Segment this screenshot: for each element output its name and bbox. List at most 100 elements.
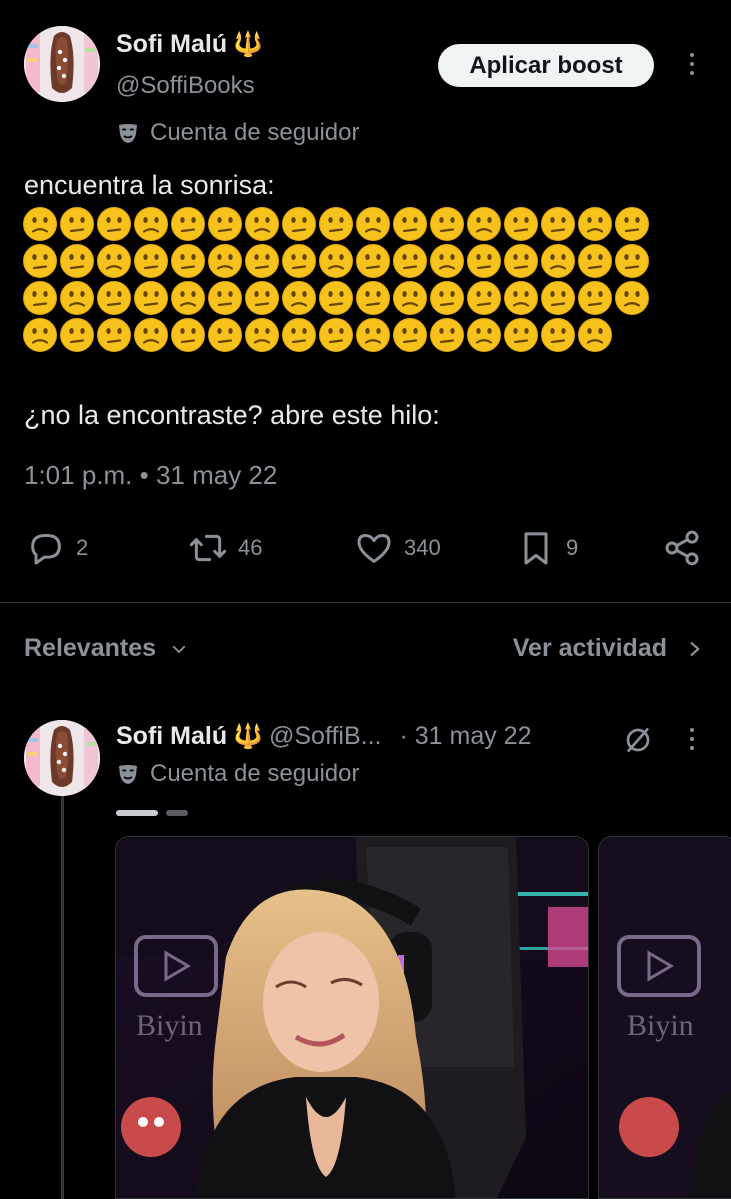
frowning-face-emoji [615,281,649,315]
reply-header: Sofi Malú 🔱 @SoffiB... · 31 may 22 [116,722,531,751]
heart-icon [357,534,391,563]
frowning-face-emoji [578,207,612,241]
author-avatar[interactable] [24,26,100,102]
frowning-face-emoji [282,207,316,241]
author-name[interactable]: Sofi Malú [116,30,227,59]
frowning-face-emoji [467,244,501,278]
frowning-face-emoji [430,207,464,241]
emoji-row [22,280,702,317]
frowning-face-emoji [23,281,57,315]
frowning-face-emoji [208,318,242,352]
theater-mask-icon [119,765,137,784]
author-name-row[interactable]: Sofi Malú 🔱 [116,30,263,59]
frowning-face-emoji [23,207,57,241]
view-activity-link[interactable]: Ver actividad [513,634,703,663]
reply-follower-account-label: Cuenta de seguidor [116,760,359,788]
frowning-face-emoji [504,318,538,352]
frowning-face-emoji [23,318,57,352]
repost-count: 46 [238,535,263,560]
frowning-face-emoji [430,318,464,352]
view-activity-label: Ver actividad [512,634,667,662]
bookmark-count: 9 [566,535,579,560]
frowning-face-emoji [319,207,353,241]
tweet-text-line1: encuentra la sonrisa: [24,170,275,200]
emoji-grid [22,206,702,354]
reply-author-name[interactable]: Sofi Malú [116,722,227,751]
repost-button[interactable]: 46 [188,528,262,568]
frowning-face-emoji [245,281,279,315]
share-icon [665,530,699,566]
frowning-face-emoji [282,281,316,315]
frowning-face-emoji [393,281,427,315]
bookmark-button[interactable]: 9 [516,528,578,568]
emoji-row [22,206,702,243]
reply-more-options-icon[interactable] [682,728,702,750]
thread-connector-line [61,796,64,1199]
chevron-down-icon [172,645,186,653]
frowning-face-emoji [23,244,57,278]
speech-bubble-icon [31,534,61,565]
theater-mask-icon [119,124,137,143]
frowning-face-emoji [60,207,94,241]
author-handle[interactable]: @SoffiBooks [116,72,255,100]
frowning-face-emoji [578,318,612,352]
carousel-indicator [116,810,188,816]
frowning-face-emoji [245,207,279,241]
frowning-face-emoji [356,318,390,352]
frowning-face-emoji [245,244,279,278]
neon-sign-text-2: Biyin [627,1009,694,1042]
slashed-circle-icon[interactable] [622,724,654,756]
frowning-face-emoji [393,244,427,278]
frowning-face-emoji [208,244,242,278]
apply-boost-button[interactable]: Aplicar boost [438,44,654,87]
frowning-face-emoji [319,281,353,315]
frowning-face-emoji [393,318,427,352]
neon-sign-text: Biyin [136,1009,203,1042]
frowning-face-emoji [504,244,538,278]
frowning-face-emoji [97,281,131,315]
frowning-face-emoji [541,281,575,315]
frowning-face-emoji [467,318,501,352]
trident-emoji: 🔱 [233,30,263,58]
frowning-face-emoji [60,318,94,352]
emoji-row [22,317,702,354]
frowning-face-emoji [356,207,390,241]
reply-author-avatar[interactable] [24,720,100,796]
reply-button[interactable]: 2 [26,528,88,568]
follower-account-text: Cuenta de seguidor [150,119,360,146]
reply-author-handle[interactable]: @SoffiB... [269,722,381,751]
bookmark-icon [524,532,548,565]
frowning-face-emoji [134,281,168,315]
frowning-face-emoji [282,244,316,278]
frowning-face-emoji [541,244,575,278]
sort-dropdown[interactable]: Relevantes [24,634,188,663]
sort-label: Relevantes [24,634,157,662]
like-button[interactable]: 340 [354,528,441,568]
main-post: Sofi Malú 🔱 @SoffiBooks Aplicar boost Cu… [0,0,731,602]
reply-date[interactable]: · 31 may 22 [399,722,531,751]
trident-emoji: 🔱 [233,722,263,750]
carousel-dot-active [116,810,158,816]
frowning-face-emoji [319,244,353,278]
frowning-face-emoji [171,244,205,278]
share-button[interactable] [662,528,702,568]
frowning-face-emoji [504,207,538,241]
frowning-face-emoji [60,244,94,278]
frowning-face-emoji [171,318,205,352]
frowning-face-emoji [97,318,131,352]
reply-media-image-2[interactable]: Biyin [598,836,731,1199]
frowning-face-emoji [282,318,316,352]
frowning-face-emoji [578,281,612,315]
tweet-text-line2: ¿no la encontraste? abre este hilo: [24,400,440,430]
replies-header: Relevantes Ver actividad [0,628,731,672]
frowning-face-emoji [430,244,464,278]
post-timestamp[interactable]: 1:01 p.m. • 31 may 22 [24,460,277,491]
reply-follower-account-text: Cuenta de seguidor [150,760,360,787]
frowning-face-emoji [171,281,205,315]
frowning-face-emoji [430,281,464,315]
more-options-icon[interactable] [682,53,702,75]
frowning-face-emoji [541,318,575,352]
frowning-face-emoji [134,244,168,278]
frowning-face-emoji [578,244,612,278]
reply-media-image-1[interactable]: Biyin [115,836,589,1199]
